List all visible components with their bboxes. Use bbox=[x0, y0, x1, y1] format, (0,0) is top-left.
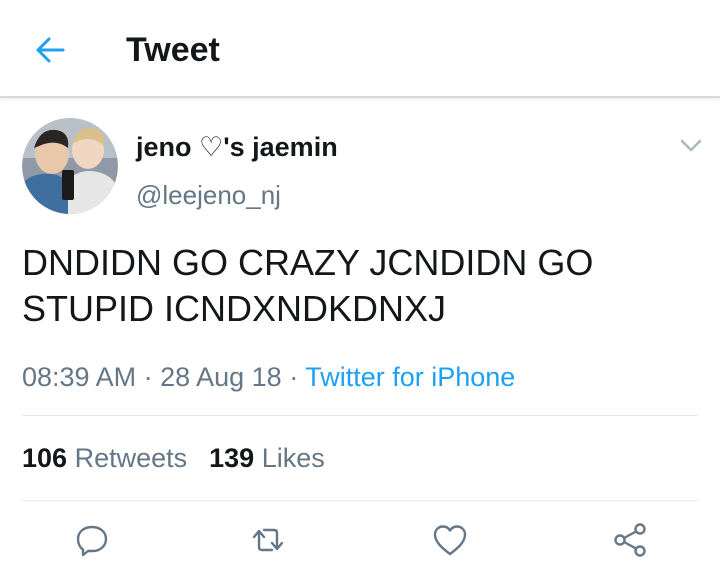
retweet-icon bbox=[252, 528, 284, 552]
avatar[interactable] bbox=[22, 118, 118, 214]
meta-separator: · bbox=[281, 362, 306, 392]
share-icon bbox=[614, 523, 646, 557]
likes-stat[interactable]: 139 Likes bbox=[209, 443, 325, 473]
like-button[interactable] bbox=[430, 520, 470, 560]
tweet-time: 08:39 AM bbox=[22, 362, 137, 392]
tweet-date: 28 Aug 18 bbox=[160, 362, 282, 392]
retweets-stat[interactable]: 106 Retweets bbox=[22, 443, 187, 473]
more-options-button[interactable] bbox=[676, 134, 706, 158]
arrow-left-icon bbox=[36, 37, 65, 63]
retweets-label: Retweets bbox=[67, 443, 188, 473]
divider bbox=[22, 415, 698, 416]
reply-button[interactable] bbox=[72, 520, 112, 560]
back-button[interactable] bbox=[30, 30, 70, 70]
display-name[interactable]: jeno ♡'s jaemin bbox=[136, 130, 338, 164]
retweets-count: 106 bbox=[22, 443, 68, 473]
retweet-button[interactable] bbox=[248, 520, 288, 560]
likes-count: 139 bbox=[209, 443, 255, 473]
page-title: Tweet bbox=[126, 31, 220, 69]
tweet-text-line: DNDIDN GO CRAZY JCNDIDN GO bbox=[22, 242, 594, 283]
divider bbox=[22, 500, 698, 501]
likes-label: Likes bbox=[254, 443, 325, 473]
chevron-down-icon bbox=[680, 139, 702, 152]
tweet-source-link[interactable]: Twitter for iPhone bbox=[305, 362, 515, 392]
tweet-text-line: STUPID ICNDXNDKDNXJ bbox=[22, 288, 447, 329]
reply-icon bbox=[76, 525, 108, 557]
tweet-meta: 08:39 AM · 28 Aug 18 · Twitter for iPhon… bbox=[22, 360, 515, 394]
share-button[interactable] bbox=[610, 520, 650, 560]
user-handle[interactable]: @leejeno_nj bbox=[136, 178, 281, 212]
meta-separator: · bbox=[136, 362, 161, 392]
tweet-text: DNDIDN GO CRAZY JCNDIDN GO STUPID ICNDXN… bbox=[22, 240, 702, 332]
tweet-stats: 106 Retweets 139 Likes bbox=[22, 441, 325, 475]
like-icon bbox=[433, 525, 467, 556]
top-app-bar: Tweet bbox=[0, 0, 720, 98]
